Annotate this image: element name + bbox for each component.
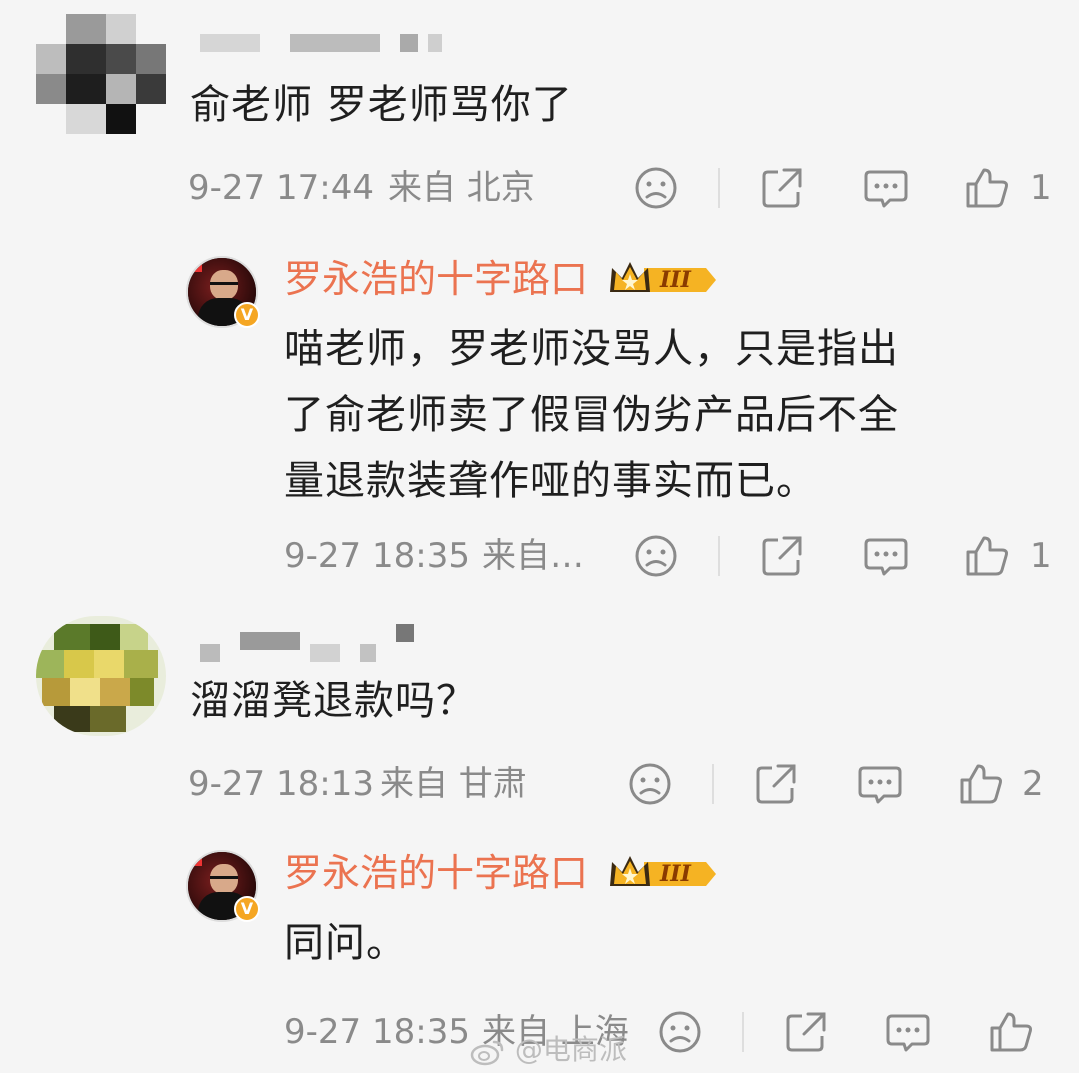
comment-meta: 9-27 17:44 来自 北京 1 xyxy=(0,164,1079,212)
thumbs-up-icon[interactable] xyxy=(964,532,1012,580)
sad-face-icon[interactable] xyxy=(632,532,680,580)
reply-text-line: 同问。 xyxy=(284,920,407,966)
like-count: 2 xyxy=(1022,764,1044,804)
reply-meta: 9-27 18:35 来自… 1 xyxy=(0,532,1079,580)
comment-meta: 9-27 18:13 来自 甘肃 2 xyxy=(0,760,1079,808)
watermark: @电商派 xyxy=(470,1030,627,1070)
sad-face-icon[interactable] xyxy=(656,1008,704,1056)
share-icon[interactable] xyxy=(758,164,806,212)
comment-location: 来自 甘肃 xyxy=(380,764,527,804)
comment-icon[interactable] xyxy=(884,1008,932,1056)
comment-text: 溜溜凳退款吗？ xyxy=(190,678,477,724)
comment-icon[interactable] xyxy=(862,532,910,580)
watermark-text: @电商派 xyxy=(514,1033,627,1066)
verified-badge: V xyxy=(234,302,260,328)
comment-icon[interactable] xyxy=(862,164,910,212)
verified-badge: V xyxy=(234,896,260,922)
username-blurred[interactable] xyxy=(200,34,442,56)
like-count: 1 xyxy=(1030,536,1052,576)
divider xyxy=(712,764,714,804)
fan-level-badge[interactable]: III xyxy=(606,852,718,896)
reply-time: 9-27 18:35 xyxy=(284,1012,470,1052)
reply-text: 喵老师，罗老师没骂人，只是指出 了俞老师卖了假冒伪劣产品后不全 量退款装聋作哑的… xyxy=(284,316,899,514)
thumbs-up-icon[interactable] xyxy=(964,164,1012,212)
like-count: 1 xyxy=(1030,168,1052,208)
reply-text-line: 量退款装聋作哑的事实而已。 xyxy=(284,458,817,504)
comment-text: 俞老师 罗老师骂你了 xyxy=(190,82,573,128)
comment-time: 9-27 17:44 xyxy=(188,168,374,208)
thumbs-up-icon[interactable] xyxy=(988,1008,1036,1056)
avatar[interactable] xyxy=(36,616,166,736)
reply-text: 同问。 xyxy=(284,910,407,976)
comment-location: 来自 北京 xyxy=(388,168,535,208)
comment-icon[interactable] xyxy=(856,760,904,808)
comment-time: 9-27 18:13 xyxy=(188,764,374,804)
thumbs-up-icon[interactable] xyxy=(958,760,1006,808)
reply-username[interactable]: 罗永浩的十字路口 xyxy=(284,848,588,898)
reply-time: 9-27 18:35 xyxy=(284,536,470,576)
reply-username[interactable]: 罗永浩的十字路口 xyxy=(284,254,588,304)
share-icon[interactable] xyxy=(782,1008,830,1056)
fan-level-label: III xyxy=(660,267,691,293)
fan-level-badge[interactable]: III xyxy=(606,258,718,302)
sad-face-icon[interactable] xyxy=(626,760,674,808)
divider xyxy=(742,1012,744,1052)
share-icon[interactable] xyxy=(752,760,800,808)
sad-face-icon[interactable] xyxy=(632,164,680,212)
reply-text-line: 喵老师，罗老师没骂人，只是指出 xyxy=(284,326,899,372)
username-blurred[interactable] xyxy=(200,624,420,662)
reply-location: 来自… xyxy=(482,536,584,576)
reply-text-line: 了俞老师卖了假冒伪劣产品后不全 xyxy=(284,392,899,438)
avatar[interactable] xyxy=(36,14,166,134)
divider xyxy=(718,168,720,208)
divider xyxy=(718,536,720,576)
weibo-logo-icon xyxy=(470,1037,506,1066)
fan-level-label: III xyxy=(660,861,691,887)
share-icon[interactable] xyxy=(758,532,806,580)
